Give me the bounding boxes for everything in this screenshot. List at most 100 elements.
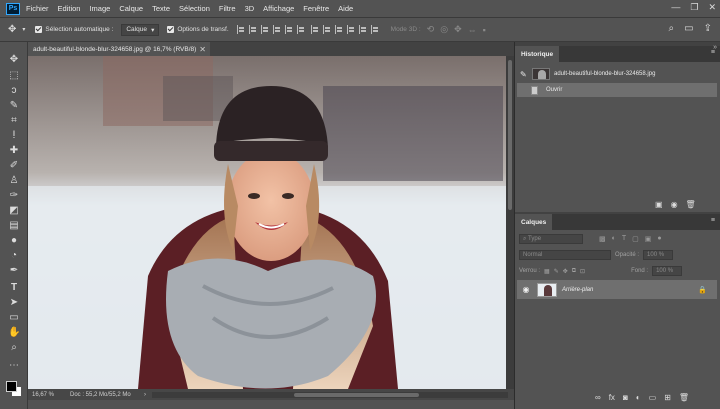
- chevron-right-icon[interactable]: ›: [144, 392, 146, 398]
- slide-3d-icon[interactable]: ⇔: [468, 25, 477, 35]
- blur-tool-icon[interactable]: ●: [8, 235, 20, 247]
- zoom-tool-icon[interactable]: ⌕: [8, 342, 20, 354]
- menu-fichier[interactable]: Fichier: [26, 4, 49, 13]
- menu-image[interactable]: Image: [89, 4, 110, 13]
- layer-name[interactable]: Arrière-plan: [562, 287, 593, 293]
- lock-artboard-icon[interactable]: ⧉: [572, 268, 576, 275]
- menu-edition[interactable]: Edition: [58, 4, 81, 13]
- document-tab[interactable]: adult-beautiful-blonde-blur-324658.jpg @…: [28, 42, 210, 56]
- distribute-left-icon[interactable]: [346, 25, 355, 34]
- layer-style-icon[interactable]: fx: [609, 393, 615, 402]
- camera-icon[interactable]: ◉: [671, 200, 678, 209]
- fill-field[interactable]: 100 %: [652, 266, 683, 276]
- transform-controls-checkbox[interactable]: [167, 26, 175, 33]
- roll-3d-icon[interactable]: ◎: [440, 24, 448, 35]
- filter-smart-object-icon[interactable]: ▣: [645, 235, 652, 243]
- stamp-tool-icon[interactable]: ♙: [8, 175, 20, 187]
- close-window-button[interactable]: ✕: [708, 2, 716, 13]
- lock-pixels-icon[interactable]: ✎: [554, 268, 559, 275]
- menu-fenetre[interactable]: Fenêtre: [303, 4, 329, 13]
- menu-3d[interactable]: 3D: [245, 4, 255, 13]
- opacity-field[interactable]: 100 %: [643, 250, 674, 260]
- vertical-scrollbar[interactable]: [506, 56, 514, 389]
- distribute-top-icon[interactable]: [310, 25, 319, 34]
- menu-affichage[interactable]: Affichage: [263, 4, 294, 13]
- trash-icon[interactable]: 🗑: [679, 393, 689, 402]
- blend-mode-dropdown[interactable]: Normal: [519, 250, 611, 260]
- gradient-tool-icon[interactable]: ▤: [8, 220, 20, 232]
- layer-row[interactable]: ◉ Arrière-plan 🔒: [517, 280, 717, 299]
- eyedropper-tool-icon[interactable]: ⵑ: [8, 130, 20, 142]
- pen-tool-icon[interactable]: ✒: [8, 265, 20, 277]
- quick-select-tool-icon[interactable]: ✎: [8, 100, 20, 112]
- dodge-tool-icon[interactable]: ◔: [8, 250, 20, 262]
- horizontal-scrollbar[interactable]: [152, 391, 508, 398]
- type-tool-icon[interactable]: T: [8, 282, 20, 294]
- photoshop-logo[interactable]: Ps: [6, 2, 20, 15]
- history-snapshot[interactable]: ✎ adult-beautiful-blonde-blur-324658.jpg: [517, 66, 717, 82]
- panel-menu-icon[interactable]: ≡: [711, 217, 715, 224]
- new-layer-icon[interactable]: ⊞: [664, 393, 671, 402]
- menu-texte[interactable]: Texte: [152, 4, 170, 13]
- link-layers-icon[interactable]: ∞: [595, 393, 601, 402]
- chevron-down-icon[interactable]: ▾: [22, 26, 25, 33]
- more-tools-icon[interactable]: ⋯: [8, 360, 20, 372]
- filter-shape-icon[interactable]: ▢: [632, 235, 639, 243]
- trash-icon[interactable]: 🗑: [686, 200, 696, 209]
- history-brush-icon[interactable]: ✎: [520, 70, 532, 79]
- close-icon[interactable]: ✕: [199, 45, 206, 54]
- history-step[interactable]: Ouvrir: [517, 83, 717, 97]
- auto-select-checkbox[interactable]: [35, 26, 43, 33]
- distribute-bottom-icon[interactable]: [334, 25, 343, 34]
- workspace-icon[interactable]: ▭: [684, 23, 693, 34]
- search-icon[interactable]: ⌕: [669, 23, 675, 34]
- new-group-icon[interactable]: ▭: [649, 393, 657, 402]
- align-hcenter-icon[interactable]: [248, 25, 257, 34]
- menu-filtre[interactable]: Filtre: [219, 4, 236, 13]
- layer-filter-dropdown[interactable]: ⌕ Type: [519, 234, 583, 244]
- filter-pixel-icon[interactable]: ▩: [599, 235, 606, 243]
- eye-icon[interactable]: ◉: [517, 285, 535, 294]
- align-top-icon[interactable]: [272, 25, 281, 34]
- auto-select-dropdown[interactable]: Calque ▾: [121, 23, 160, 36]
- healing-tool-icon[interactable]: ✚: [8, 145, 20, 157]
- pan-3d-icon[interactable]: ✥: [454, 24, 462, 35]
- scroll-thumb[interactable]: [294, 392, 419, 397]
- add-mask-icon[interactable]: ◙: [623, 393, 628, 402]
- menu-calque[interactable]: Calque: [119, 4, 143, 13]
- tab-historique[interactable]: Historique: [515, 46, 560, 62]
- lock-position-icon[interactable]: ✥: [563, 268, 568, 275]
- zoom-level[interactable]: 16,67 %: [32, 392, 70, 398]
- menu-aide[interactable]: Aide: [338, 4, 353, 13]
- brush-tool-icon[interactable]: ✐: [8, 160, 20, 172]
- align-bottom-icon[interactable]: [296, 25, 305, 34]
- adjustment-layer-icon[interactable]: ◐: [636, 393, 641, 402]
- share-icon[interactable]: ⇪: [704, 23, 712, 34]
- menu-selection[interactable]: Sélection: [179, 4, 210, 13]
- filter-toggle-icon[interactable]: ●: [657, 235, 661, 243]
- filter-adjustment-icon[interactable]: ◐: [612, 235, 616, 243]
- rectangle-tool-icon[interactable]: ▭: [8, 312, 20, 324]
- restore-button[interactable]: ❐: [690, 2, 698, 13]
- minimize-button[interactable]: —: [671, 2, 680, 13]
- hand-tool-icon[interactable]: ✋: [8, 327, 20, 339]
- crop-tool-icon[interactable]: ⌗: [8, 115, 20, 127]
- align-right-icon[interactable]: [260, 25, 269, 34]
- lock-transparency-icon[interactable]: ▦: [544, 268, 550, 275]
- distribute-hcenter-icon[interactable]: [358, 25, 367, 34]
- move-tool-icon[interactable]: ✥: [8, 24, 16, 35]
- orbit-3d-icon[interactable]: ⟲: [427, 24, 435, 35]
- lasso-tool-icon[interactable]: ↄ: [8, 85, 20, 97]
- lock-icon[interactable]: 🔒: [698, 286, 707, 294]
- scale-3d-icon[interactable]: ▪: [483, 25, 486, 35]
- move-tool-icon[interactable]: ✥: [8, 54, 20, 66]
- collapse-panels-icon[interactable]: »: [713, 44, 717, 51]
- filter-type-icon[interactable]: T: [622, 235, 626, 243]
- lock-all-icon[interactable]: ⊡: [580, 268, 585, 275]
- tab-calques[interactable]: Calques: [515, 214, 553, 230]
- distribute-vcenter-icon[interactable]: [322, 25, 331, 34]
- distribute-right-icon[interactable]: [370, 25, 379, 34]
- eraser-tool-icon[interactable]: ◩: [8, 205, 20, 217]
- history-brush-tool-icon[interactable]: ✑: [8, 190, 20, 202]
- align-vcenter-icon[interactable]: [284, 25, 293, 34]
